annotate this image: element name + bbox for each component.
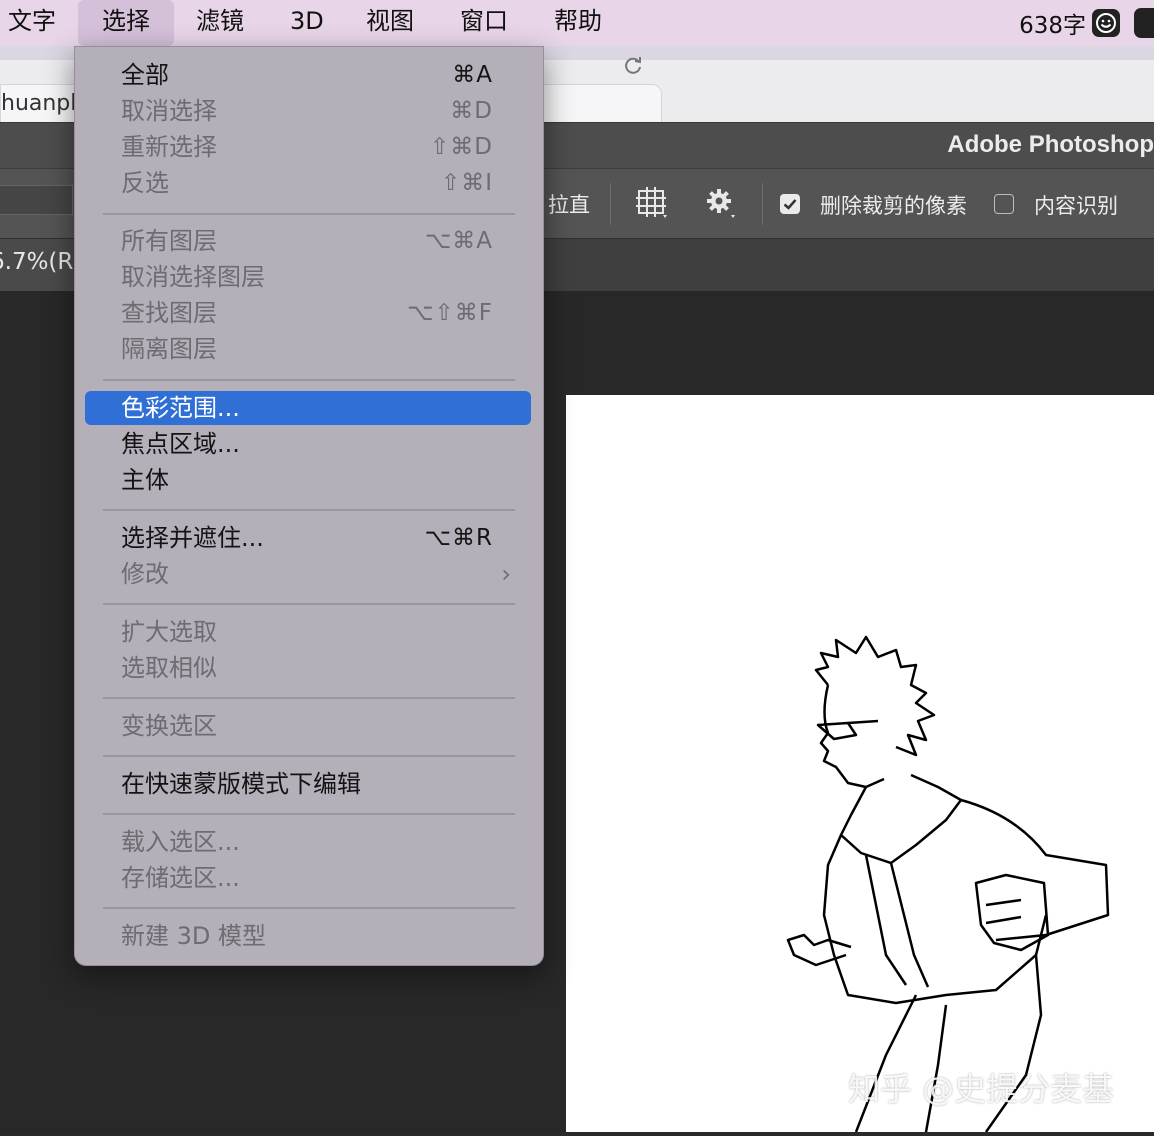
ratio-field[interactable] — [0, 185, 73, 215]
menu-item-reselect[interactable]: 重新选择 — [121, 129, 217, 165]
content-aware-label[interactable]: 内容识别 — [1034, 190, 1118, 220]
menu-separator — [103, 603, 515, 605]
delete-cropped-checkbox[interactable] — [780, 194, 800, 214]
document-tab-label: 6.7%(RG — [0, 249, 80, 275]
menu-item-new-3d-model[interactable]: 新建 3D 模型 — [121, 918, 266, 954]
menu-item-modify[interactable]: 修改 — [121, 556, 169, 592]
shortcut-find-layers: ⌥⇧⌘F — [406, 300, 493, 326]
menu-item-deselect-layers[interactable]: 取消选择图层 — [121, 259, 265, 295]
overlay-grid-icon[interactable] — [636, 187, 668, 219]
menu-separator — [103, 813, 515, 815]
menu-item-isolate-layers[interactable]: 隔离图层 — [121, 331, 217, 367]
menu-item-color-range[interactable]: 色彩范围... — [121, 390, 240, 426]
options-divider — [762, 183, 763, 225]
document-tab[interactable]: 6.7%(RG — [0, 239, 80, 291]
menu-item-save-selection[interactable]: 存储选区... — [121, 860, 240, 896]
word-count[interactable]: 638字 — [1019, 6, 1086, 40]
menu-bar: 文字 选择 滤镜 3D 视图 窗口 帮助 638字 — [0, 0, 1154, 46]
menu-view[interactable]: 视图 — [366, 0, 414, 46]
menu-item-all-layers[interactable]: 所有图层 — [121, 223, 217, 259]
menu-filter[interactable]: 滤镜 — [196, 0, 244, 46]
menu-item-select-all[interactable]: 全部 — [121, 57, 169, 93]
shortcut-reselect: ⇧⌘D — [430, 134, 493, 160]
menu-item-deselect[interactable]: 取消选择 — [121, 93, 217, 129]
menu-separator — [103, 697, 515, 699]
menu-3d[interactable]: 3D — [290, 0, 324, 46]
menu-text[interactable]: 文字 — [8, 0, 56, 46]
app-title: Adobe Photoshop — [947, 131, 1154, 158]
watermark: 知乎 @史提分麦基 — [848, 1070, 1115, 1108]
menu-window[interactable]: 窗口 — [460, 0, 508, 46]
options-divider — [610, 183, 611, 225]
menu-separator — [103, 755, 515, 757]
menu-item-quick-mask[interactable]: 在快速蒙版模式下编辑 — [121, 766, 361, 802]
gear-icon[interactable] — [704, 187, 736, 219]
sketch-drawing — [786, 635, 1110, 1133]
menu-select[interactable]: 选择 — [78, 0, 174, 46]
reload-icon[interactable] — [622, 54, 644, 76]
menu-item-subject[interactable]: 主体 — [121, 462, 169, 498]
content-aware-checkbox[interactable] — [994, 194, 1014, 214]
microphone-icon[interactable] — [1134, 8, 1154, 38]
submenu-chevron-icon: › — [501, 560, 511, 588]
shortcut-select-all: ⌘A — [452, 62, 493, 88]
menu-item-transform-selection[interactable]: 变换选区 — [121, 708, 217, 744]
menu-item-load-selection[interactable]: 载入选区... — [121, 824, 240, 860]
delete-cropped-label[interactable]: 删除裁剪的像素 — [820, 190, 967, 220]
document-canvas[interactable] — [566, 395, 1154, 1133]
menu-separator — [103, 509, 515, 511]
select-dropdown-menu: 全部 ⌘A 取消选择 ⌘D 重新选择 ⇧⌘D 反选 ⇧⌘I 所有图层 ⌥⌘A 取… — [74, 46, 544, 966]
menu-item-find-layers[interactable]: 查找图层 — [121, 295, 217, 331]
straighten-button[interactable]: 拉直 — [548, 189, 590, 219]
menu-item-similar[interactable]: 选取相似 — [121, 650, 217, 686]
menu-help[interactable]: 帮助 — [554, 0, 602, 46]
menu-separator — [103, 907, 515, 909]
shortcut-all-layers: ⌥⌘A — [424, 228, 493, 254]
smile-icon[interactable] — [1092, 9, 1120, 37]
checkmark-icon — [783, 199, 797, 210]
menu-item-focus-area[interactable]: 焦点区域... — [121, 426, 240, 462]
shortcut-select-and-mask: ⌥⌘R — [424, 525, 493, 551]
menubar-status-area: 638字 — [1019, 0, 1154, 46]
shortcut-deselect: ⌘D — [450, 98, 493, 124]
menu-item-select-and-mask[interactable]: 选择并遮住... — [121, 520, 264, 556]
menu-separator — [103, 379, 515, 381]
menu-separator — [103, 213, 515, 215]
shortcut-inverse: ⇧⌘I — [440, 170, 493, 196]
menu-item-grow[interactable]: 扩大选取 — [121, 614, 217, 650]
menu-item-inverse[interactable]: 反选 — [121, 165, 169, 201]
